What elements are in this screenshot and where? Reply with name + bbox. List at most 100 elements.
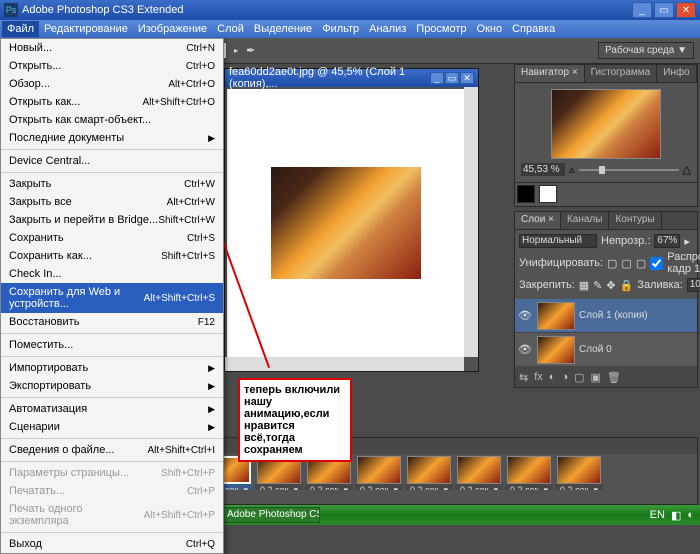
layer-opacity-input[interactable]: 67% [654, 234, 680, 248]
menuitem[interactable]: Обзор...Alt+Ctrl+O [1, 75, 223, 93]
zoom-in-icon[interactable]: △ [683, 163, 691, 176]
menu-Окно[interactable]: Окно [472, 21, 508, 37]
menu-Просмотр[interactable]: Просмотр [411, 21, 471, 37]
propagate-checkbox[interactable] [650, 257, 663, 270]
menuitem: Параметры страницы...Shift+Ctrl+P [1, 464, 223, 482]
zoom-slider[interactable] [579, 169, 679, 171]
lock-paint-icon[interactable]: ✎ [593, 279, 602, 292]
document-titlebar[interactable]: fea60dd2ae0t.jpg @ 45,5% (Слой 1 (копия)… [225, 69, 478, 87]
maximize-button[interactable]: ▭ [654, 2, 674, 18]
link-icon[interactable]: ⇆ [519, 371, 528, 384]
menu-Слой[interactable]: Слой [212, 21, 249, 37]
app-icon: Ps [4, 3, 18, 17]
menuitem[interactable]: Автоматизация▶ [1, 400, 223, 418]
unify-icon[interactable]: ▢ [621, 257, 631, 270]
trash-icon[interactable]: 🗑 [607, 371, 621, 384]
tray-icon[interactable]: ◧ [671, 509, 681, 522]
menuitem[interactable]: ЗакрытьCtrl+W [1, 175, 223, 193]
menu-Изображение[interactable]: Изображение [133, 21, 212, 37]
new-layer-icon[interactable]: ▣ [591, 371, 601, 384]
doc-min[interactable]: _ [430, 72, 444, 84]
visibility-icon[interactable]: 👁 [517, 309, 533, 322]
zoom-out-icon[interactable]: ▵ [569, 163, 575, 176]
menu-Справка[interactable]: Справка [507, 21, 560, 37]
menu-Файл[interactable]: Файл [2, 21, 39, 37]
menuitem[interactable]: Последние документы▶ [1, 129, 223, 147]
scrollbar-horizontal[interactable] [225, 357, 464, 371]
file-menu: Новый...Ctrl+NОткрыть...Ctrl+OОбзор...Al… [0, 38, 224, 554]
menuitem[interactable]: Поместить... [1, 336, 223, 354]
animation-frame[interactable]: 0,2 сек. ▾ [405, 456, 453, 488]
tab[interactable]: Инфо [657, 65, 697, 82]
fx-icon[interactable]: fx [534, 371, 543, 383]
doc-max[interactable]: ▭ [445, 72, 459, 84]
blend-mode-select[interactable]: Нормальный [519, 234, 597, 248]
app-title: Adobe Photoshop CS3 Extended [22, 4, 183, 16]
lang-indicator[interactable]: EN [650, 509, 665, 522]
menu-Анализ[interactable]: Анализ [364, 21, 411, 37]
menuitem[interactable]: ВосстановитьF12 [1, 313, 223, 331]
bg-swatch[interactable] [539, 185, 557, 203]
menuitem[interactable]: Экспортировать▶ [1, 377, 223, 395]
menuitem[interactable]: Сохранить как...Shift+Ctrl+S [1, 247, 223, 265]
tab[interactable]: Гистограмма [585, 65, 658, 82]
annotation-box: теперь включили нашу анимацию,если нрави… [238, 378, 352, 462]
menuitem[interactable]: СохранитьCtrl+S [1, 229, 223, 247]
layers-panel: Слои ×КаналыКонтуры Нормальный Непрозр.:… [514, 211, 698, 388]
navigator-thumb[interactable] [551, 89, 661, 159]
menu-Фильтр[interactable]: Фильтр [317, 21, 364, 37]
scrollbar-vertical[interactable] [464, 87, 478, 357]
fg-swatch[interactable] [517, 185, 535, 203]
tab[interactable]: Каналы [561, 212, 610, 229]
menuitem[interactable]: Сведения о файле...Alt+Shift+Ctrl+I [1, 441, 223, 459]
layer-name: Слой 0 [579, 344, 612, 355]
menu-Редактирование[interactable]: Редактирование [39, 21, 133, 37]
menuitem[interactable]: Сохранить для Web и устройств...Alt+Shif… [1, 283, 223, 313]
tab[interactable]: Контуры [609, 212, 661, 229]
menuitem[interactable]: Закрыть всеAlt+Ctrl+W [1, 193, 223, 211]
menuitem[interactable]: Device Central... [1, 152, 223, 170]
menuitem[interactable]: Открыть как смарт-объект... [1, 111, 223, 129]
tray-icon[interactable]: ◐ [687, 509, 694, 522]
menu-Выделение[interactable]: Выделение [249, 21, 317, 37]
menuitem[interactable]: Новый...Ctrl+N [1, 39, 223, 57]
fill-input[interactable]: 100% [687, 278, 700, 292]
layer-name: Слой 1 (копия) [579, 310, 648, 321]
lock-pixels-icon[interactable]: ▦ [579, 279, 589, 292]
lock-all-icon[interactable]: 🔒 [620, 279, 634, 292]
animation-frame[interactable]: 0,2 сек. ▾ [555, 456, 603, 488]
document-window: fea60dd2ae0t.jpg @ 45,5% (Слой 1 (копия)… [224, 68, 479, 372]
tab[interactable]: Слои × [515, 212, 561, 229]
adjust-icon[interactable]: ◑ [561, 371, 568, 383]
close-button[interactable]: ✕ [676, 2, 696, 18]
menuitem[interactable]: ВыходCtrl+Q [1, 535, 223, 553]
menuitem[interactable]: Открыть...Ctrl+O [1, 57, 223, 75]
minimize-button[interactable]: _ [632, 2, 652, 18]
taskbar-task[interactable]: Adobe Photoshop CS... [220, 507, 320, 523]
unify-icon[interactable]: ▢ [636, 257, 646, 270]
canvas-area[interactable] [227, 89, 464, 357]
menuitem[interactable]: Импортировать▶ [1, 359, 223, 377]
folder-icon[interactable]: ▢ [574, 371, 584, 384]
menuitem[interactable]: Открыть как...Alt+Shift+Ctrl+O [1, 93, 223, 111]
unify-label: Унифицировать: [519, 257, 603, 269]
menuitem[interactable]: Закрыть и перейти в Bridge...Shift+Ctrl+… [1, 211, 223, 229]
layer-row[interactable]: 👁 Слой 1 (копия) [515, 299, 697, 333]
airbrush-icon[interactable]: ✒ [246, 44, 255, 57]
panels-dock: Навигатор ×ГистограммаИнфо 45,53 % ▵ △ С… [514, 64, 698, 435]
mask-icon[interactable]: ◐ [549, 371, 556, 383]
visibility-icon[interactable]: 👁 [517, 343, 533, 356]
lock-move-icon[interactable]: ✥ [606, 279, 615, 292]
workspace-switcher[interactable]: Рабочая среда ▼ [598, 42, 694, 59]
animation-frame[interactable]: 0,2 сек. ▾ [505, 456, 553, 488]
animation-frame[interactable]: 0,2 сек. ▾ [355, 456, 403, 488]
animation-frame[interactable]: 0,2 сек. ▾ [455, 456, 503, 488]
image-content [271, 167, 421, 279]
menuitem[interactable]: Check In... [1, 265, 223, 283]
doc-close[interactable]: ✕ [460, 72, 474, 84]
layer-row[interactable]: 👁 Слой 0 [515, 333, 697, 367]
zoom-value[interactable]: 45,53 % [521, 163, 565, 176]
menuitem[interactable]: Сценарии▶ [1, 418, 223, 436]
tab[interactable]: Навигатор × [515, 65, 585, 82]
unify-icon[interactable]: ▢ [607, 257, 617, 270]
